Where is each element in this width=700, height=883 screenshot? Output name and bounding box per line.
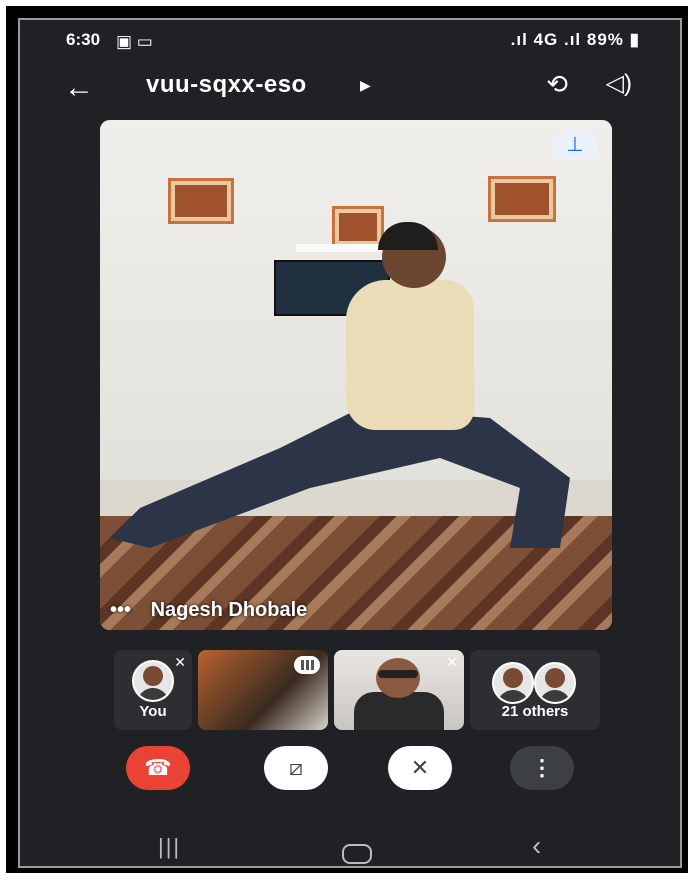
- self-avatar: [132, 660, 174, 702]
- back-arrow-icon[interactable]: ←: [64, 71, 94, 105]
- participant-tile[interactable]: [198, 650, 328, 730]
- status-bar: 6:30 ▣ ▭ .ıl 4G .ıl 89% ▮: [20, 20, 680, 60]
- battery-level: 89%: [586, 30, 624, 49]
- camera-off-icon: ⧄: [289, 755, 303, 780]
- meet-screen: 6:30 ▣ ▭ .ıl 4G .ıl 89% ▮ ← vuu-sqxx-eso…: [18, 18, 682, 868]
- video-record-icon: ▭: [136, 32, 153, 51]
- meeting-code[interactable]: vuu-sqxx-eso: [146, 71, 307, 99]
- status-icons: ▣ ▭: [116, 32, 153, 52]
- mic-off-icon: ✕: [446, 654, 458, 670]
- signal-icon: .ıl: [510, 30, 534, 49]
- self-label: You: [139, 703, 167, 720]
- main-video-tile[interactable]: ⊥ ••• Nagesh Dhobale: [100, 120, 612, 630]
- speaker-icon[interactable]: ◁): [606, 69, 632, 98]
- participant-name: Nagesh Dhobale: [150, 599, 308, 621]
- participant-name-tag: ••• Nagesh Dhobale: [110, 599, 307, 622]
- battery-icon: ▮: [623, 30, 640, 49]
- self-tile[interactable]: ✕ You: [114, 650, 192, 730]
- mic-toggle-button[interactable]: ✕: [388, 746, 452, 790]
- network-type: 4G: [533, 30, 559, 49]
- signal-icon-2: .ıl: [558, 30, 587, 49]
- person-legs: [110, 408, 570, 548]
- camera-toggle-button[interactable]: ⧄: [264, 746, 328, 790]
- mic-off-icon: ✕: [174, 654, 186, 670]
- others-tile[interactable]: 21 others: [470, 650, 600, 730]
- expand-caret-icon[interactable]: ▶: [360, 77, 371, 94]
- more-options-button[interactable]: ⋮: [510, 746, 574, 790]
- speaking-indicator-icon: [294, 656, 320, 674]
- person-torso: [346, 280, 474, 430]
- participant-face: [376, 658, 420, 698]
- status-time: 6:30: [66, 30, 101, 49]
- mic-off-icon: ✕: [410, 755, 430, 780]
- participant-tile[interactable]: ✕: [334, 650, 464, 730]
- wall-picture: [488, 176, 556, 222]
- wall-picture: [332, 206, 384, 248]
- end-call-button[interactable]: ☎: [126, 746, 190, 790]
- recent-apps-icon[interactable]: |||: [158, 834, 181, 860]
- more-vertical-icon: ⋮: [531, 755, 553, 780]
- end-call-icon: ☎: [144, 755, 172, 780]
- home-icon[interactable]: [342, 844, 372, 864]
- call-controls: ☎ ⧄ ✕ ⋮: [20, 746, 680, 796]
- others-avatar: [534, 662, 576, 704]
- wall-picture: [168, 178, 234, 224]
- gallery-icon: ▣: [116, 32, 133, 51]
- status-right: .ıl 4G .ıl 89% ▮: [511, 30, 640, 50]
- more-dots-icon[interactable]: •••: [110, 599, 131, 621]
- others-avatar: [492, 662, 534, 704]
- pin-icon[interactable]: ⊥: [552, 130, 598, 160]
- participant-strip: ✕ You ✕ 21 others: [114, 650, 614, 730]
- call-toolbar: ← vuu-sqxx-eso ▶ ⟲ ◁): [20, 65, 680, 115]
- switch-camera-icon[interactable]: ⟲: [546, 69, 568, 100]
- nav-back-icon[interactable]: ‹: [532, 830, 541, 862]
- participant-glasses: [378, 670, 418, 678]
- others-label: 21 others: [501, 703, 569, 720]
- system-nav-bar: ||| ‹: [20, 828, 680, 866]
